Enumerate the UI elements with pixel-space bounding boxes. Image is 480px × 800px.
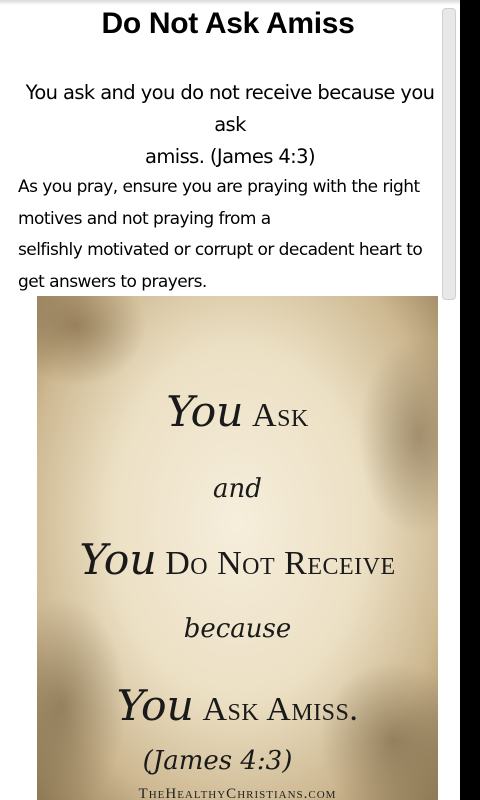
body-line: get answers to prayers. [18, 271, 207, 292]
image-script-word: You [116, 682, 194, 731]
image-line-and: and [213, 474, 262, 504]
image-watermark: TheHealthyChristians.com [138, 786, 337, 800]
image-line-you-ask-amiss: You Ask Amiss. [37, 682, 438, 731]
app-screen: Do Not Ask Amiss You ask and you do not … [0, 0, 460, 800]
verse-image: You Ask and You Do Not Receive because Y… [37, 296, 438, 800]
image-line-you-ask: You Ask [37, 388, 438, 437]
image-caps-word: Ask Amiss. [202, 691, 359, 728]
verse-line-2: amiss. (James 4:3) [145, 145, 316, 168]
scripture-verse: You ask and you do not receive because y… [14, 77, 446, 173]
image-caps-word: Do Not Receive [165, 545, 396, 582]
image-script-word: You [79, 536, 157, 585]
verse-line-1: You ask and you do not receive because y… [25, 81, 435, 136]
body-line: motives and not praying from a [18, 208, 271, 229]
image-line-reference: (James 4:3) [142, 746, 293, 776]
article-body: As you pray, ensure you are praying with… [18, 172, 442, 298]
body-line: selfishly motivated or corrupt or decade… [18, 240, 423, 260]
image-caps-word: Ask [252, 397, 309, 434]
body-line: As you pray, ensure you are praying with… [18, 177, 420, 197]
parchment-stain [37, 296, 147, 386]
page-title: Do Not Ask Amiss [101, 7, 355, 40]
image-line-you-do-not-receive: You Do Not Receive [37, 536, 438, 585]
image-line-because: because [183, 614, 292, 644]
image-script-word: You [166, 388, 244, 437]
vertical-scrollbar[interactable] [442, 8, 456, 300]
